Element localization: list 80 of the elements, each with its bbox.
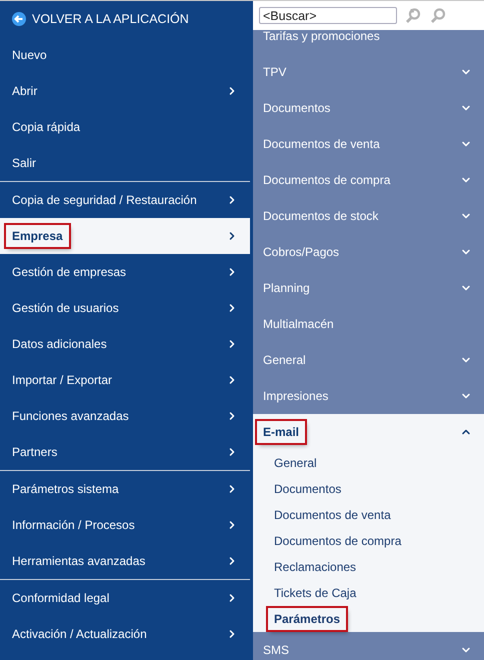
- submenu-option[interactable]: Documentos de venta: [253, 502, 484, 528]
- submenu-item[interactable]: Documentos: [253, 90, 484, 126]
- submenu-item[interactable]: General: [253, 342, 484, 378]
- submenu-option[interactable]: Documentos: [253, 476, 484, 502]
- submenu-option-label: Parámetros: [268, 608, 346, 630]
- menu-item-label: Activación / Actualización: [11, 626, 148, 643]
- submenu-item[interactable]: E-mail: [253, 414, 484, 450]
- menu-item[interactable]: Gestión de empresas: [0, 254, 250, 290]
- menu-item[interactable]: Nuevo: [0, 37, 250, 73]
- submenu-option-label: Reclamaciones: [273, 559, 358, 576]
- submenu-item-label: Documentos de compra: [262, 172, 392, 189]
- menu-item-label: Copia de seguridad / Restauración: [11, 192, 198, 209]
- submenu-option[interactable]: Parámetros: [253, 606, 484, 632]
- submenu-item-label: General: [262, 352, 307, 369]
- menu-item-label: Parámetros sistema: [11, 481, 120, 498]
- menu-item-label: Conformidad legal: [11, 590, 110, 607]
- submenu-item-label: Multialmacén: [262, 316, 335, 333]
- menu-item[interactable]: Empresa: [0, 218, 250, 254]
- submenu-item-label: Tarifas y promociones: [262, 30, 381, 45]
- menu-item[interactable]: Importar / Exportar: [0, 362, 250, 398]
- submenu-item-label: Documentos de stock: [262, 208, 380, 225]
- submenu-item-label: Cobros/Pagos: [262, 244, 340, 261]
- back-arrow-icon: [12, 12, 26, 26]
- menu-item-label: Datos adicionales: [11, 336, 108, 353]
- back-to-app-button[interactable]: VOLVER A LA APLICACIÓN: [0, 1, 250, 37]
- submenu-item[interactable]: Documentos de compra: [253, 162, 484, 198]
- search-icon[interactable]: [430, 7, 447, 24]
- submenu-item[interactable]: TPV: [253, 54, 484, 90]
- search-icon[interactable]: [405, 7, 422, 24]
- menu-item[interactable]: Salir: [0, 145, 250, 181]
- submenu-item-label: Impresiones: [262, 388, 330, 405]
- submenu-item-label: TPV: [262, 64, 288, 81]
- menu-item-label: Salir: [11, 155, 38, 172]
- menu-item[interactable]: Datos adicionales: [0, 326, 250, 362]
- menu-item[interactable]: Conformidad legal: [0, 580, 250, 616]
- menu-item-label: Funciones avanzadas: [11, 408, 130, 425]
- submenu-option[interactable]: Documentos de compra: [253, 528, 484, 554]
- submenu-item[interactable]: Documentos de venta: [253, 126, 484, 162]
- menu-item-label: Partners: [11, 444, 58, 461]
- menu-item[interactable]: Parámetros sistema: [0, 471, 250, 507]
- menu-item-label: Nuevo: [11, 47, 48, 64]
- menu-item[interactable]: Funciones avanzadas: [0, 398, 250, 434]
- submenu-option-label: General: [273, 455, 318, 472]
- submenu-item[interactable]: Cobros/Pagos: [253, 234, 484, 270]
- menu-item[interactable]: Copia de seguridad / Restauración: [0, 182, 250, 218]
- search-field[interactable]: <Buscar>: [259, 7, 397, 24]
- menu-item-label: Información / Procesos: [11, 517, 136, 534]
- menu-item-label: Importar / Exportar: [11, 372, 114, 389]
- submenu-item[interactable]: Documentos de stock: [253, 198, 484, 234]
- submenu-option-label: Documentos de venta: [273, 507, 392, 524]
- menu-item[interactable]: Copia rápida: [0, 109, 250, 145]
- submenu-option[interactable]: Reclamaciones: [253, 554, 484, 580]
- menu-item[interactable]: Partners: [0, 434, 250, 470]
- submenu-option-label: Documentos: [273, 481, 342, 498]
- menu-item[interactable]: Abrir: [0, 73, 250, 109]
- submenu-item-label: Documentos de venta: [262, 136, 381, 153]
- submenu-item-label: SMS: [262, 642, 290, 659]
- submenu-option[interactable]: General: [253, 450, 484, 476]
- menu-item-label: Empresa: [6, 225, 69, 247]
- menu-item[interactable]: Herramientas avanzadas: [0, 543, 250, 579]
- submenu-item[interactable]: Tarifas y promociones: [253, 30, 484, 54]
- submenu-option[interactable]: Tickets de Caja: [253, 580, 484, 606]
- submenu-item[interactable]: SMS: [253, 632, 484, 660]
- back-label: VOLVER A LA APLICACIÓN: [32, 12, 189, 26]
- submenu-item-label: Documentos: [262, 100, 332, 117]
- menu-item-label: Copia rápida: [11, 119, 82, 136]
- submenu-item-label: Planning: [262, 280, 311, 297]
- submenu-option-label: Tickets de Caja: [273, 585, 358, 602]
- menu-item-label: Abrir: [11, 83, 38, 100]
- menu-item[interactable]: Activación / Actualización: [0, 616, 250, 652]
- menu-item-label: Gestión de usuarios: [11, 300, 120, 317]
- menu-item-label: Herramientas avanzadas: [11, 553, 146, 570]
- submenu-item[interactable]: Planning: [253, 270, 484, 306]
- submenu-item[interactable]: Impresiones: [253, 378, 484, 414]
- submenu-item[interactable]: Multialmacén: [253, 306, 484, 342]
- menu-item[interactable]: Gestión de usuarios: [0, 290, 250, 326]
- submenu-option-label: Documentos de compra: [273, 533, 402, 550]
- submenu-item-label: E-mail: [257, 421, 306, 443]
- menu-item[interactable]: Información / Procesos: [0, 507, 250, 543]
- menu-item-label: Gestión de empresas: [11, 264, 128, 281]
